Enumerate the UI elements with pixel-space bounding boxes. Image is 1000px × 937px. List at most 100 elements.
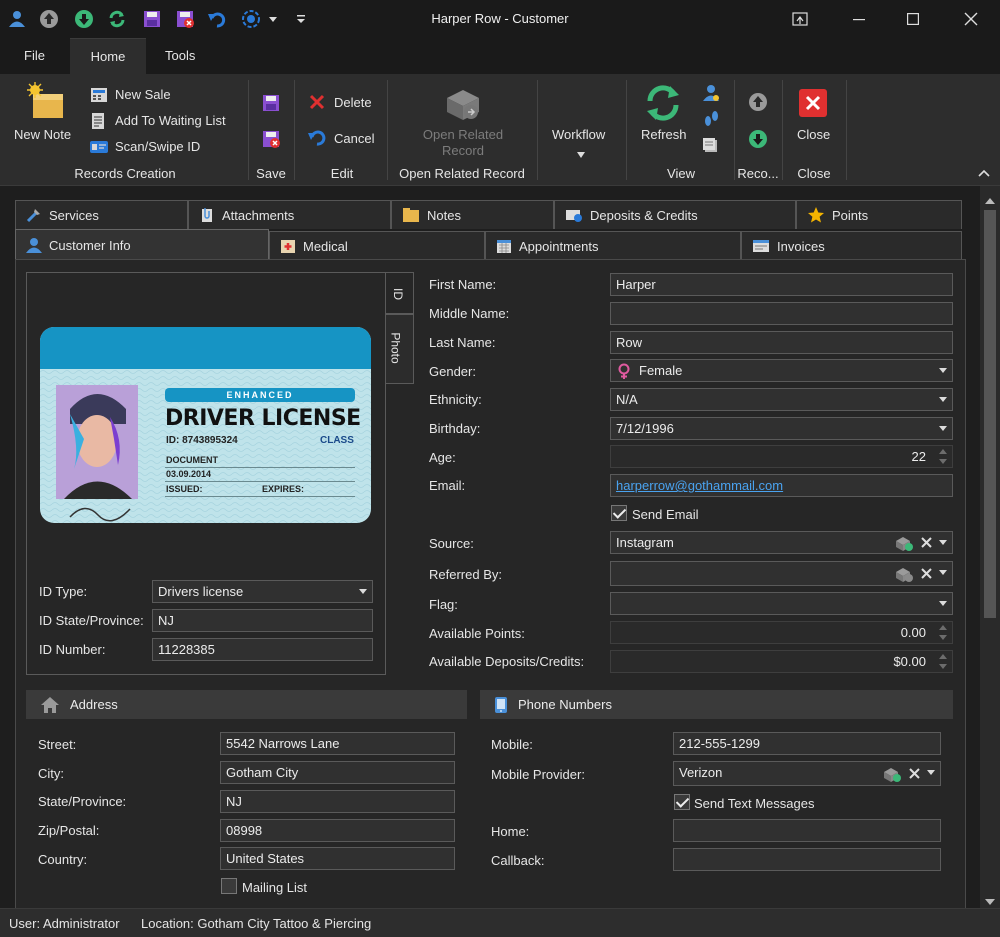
close-button[interactable]: Close	[797, 127, 830, 142]
scroll-up-icon[interactable]	[985, 192, 995, 207]
close-window-button[interactable]	[948, 0, 994, 38]
open-record-icon[interactable]	[882, 766, 902, 783]
card-issued-label: ISSUED:	[166, 484, 203, 494]
open-record-icon[interactable]	[894, 535, 914, 552]
photo-side-tab[interactable]: Photo	[386, 314, 414, 384]
first-name-field[interactable]: Harper	[610, 273, 953, 296]
street-field[interactable]: 5542 Narrows Lane	[220, 732, 455, 755]
chevron-down-icon[interactable]	[359, 589, 367, 594]
customize-toolbar-icon[interactable]	[290, 8, 312, 30]
chevron-down-icon[interactable]	[927, 770, 935, 775]
minimize-button[interactable]	[836, 0, 882, 38]
card-title: DRIVER LICENSE	[165, 406, 361, 431]
scroll-down-icon[interactable]	[985, 894, 995, 909]
refresh-button[interactable]: Refresh	[641, 127, 687, 142]
move-down-icon[interactable]	[73, 8, 95, 30]
refresh-small-icon[interactable]	[106, 8, 128, 30]
chevron-down-icon[interactable]	[939, 540, 947, 545]
send-text-checkbox[interactable]	[674, 794, 690, 810]
workflow-small-icon[interactable]	[240, 8, 262, 30]
chevron-down-icon[interactable]	[939, 570, 947, 575]
clear-x-icon[interactable]	[921, 537, 932, 548]
last-name-field[interactable]: Row	[610, 331, 953, 354]
id-side-tab[interactable]: ID	[386, 272, 414, 314]
zip-field[interactable]: 08998	[220, 819, 455, 842]
tab-services[interactable]: Services	[15, 200, 188, 229]
tab-deposits-credits[interactable]: Deposits & Credits	[554, 200, 796, 229]
tab-invoices[interactable]: Invoices	[741, 231, 962, 260]
id-number-field[interactable]: 11228385	[152, 638, 373, 661]
save-and-close-icon[interactable]	[262, 130, 280, 151]
referred-by-select[interactable]	[610, 561, 953, 586]
refresh-icon	[643, 84, 683, 125]
chevron-down-icon[interactable]	[939, 368, 947, 373]
restore-window-icon[interactable]	[777, 0, 823, 38]
tab-attachments[interactable]: Attachments	[188, 200, 391, 229]
collapse-ribbon-icon[interactable]	[978, 165, 990, 180]
undo-icon[interactable]	[206, 8, 228, 30]
documents-icon[interactable]	[702, 136, 720, 157]
open-record-icon[interactable]	[894, 566, 914, 583]
last-name-label: Last Name:	[429, 335, 496, 350]
country-field[interactable]: United States	[220, 847, 455, 870]
mobile-field[interactable]: 212-555-1299	[673, 732, 941, 755]
tab-notes[interactable]: Notes	[391, 200, 554, 229]
delete-button[interactable]: Delete	[334, 95, 372, 110]
save-close-small-icon[interactable]	[174, 8, 196, 30]
footprints-icon[interactable]	[702, 110, 720, 131]
flag-select[interactable]	[610, 592, 953, 615]
new-note-icon[interactable]	[25, 82, 65, 125]
tab-points[interactable]: Points	[796, 200, 962, 229]
tab-home[interactable]: Home	[70, 38, 146, 74]
chevron-down-icon[interactable]	[939, 601, 947, 606]
save-icon[interactable]	[262, 94, 280, 115]
scroll-thumb[interactable]	[984, 210, 996, 618]
city-field[interactable]: Gotham City	[220, 761, 455, 784]
move-up-icon[interactable]	[38, 8, 60, 30]
record-down-icon[interactable]	[748, 129, 768, 152]
add-to-waiting-list-button[interactable]: Add To Waiting List	[115, 113, 226, 128]
middle-name-field[interactable]	[610, 302, 953, 325]
email-link[interactable]: harperrow@gothammail.com	[616, 478, 783, 493]
tab-medical[interactable]: Medical	[269, 231, 485, 260]
home-phone-field[interactable]	[673, 819, 941, 842]
id-type-select[interactable]: Drivers license	[152, 580, 373, 603]
ethnicity-select[interactable]: N/A	[610, 388, 953, 411]
country-label: Country:	[38, 852, 88, 867]
record-up-icon[interactable]	[748, 92, 768, 115]
workflow-dropdown-icon[interactable]	[577, 146, 585, 161]
chevron-down-icon[interactable]	[262, 8, 284, 30]
source-select[interactable]: Instagram	[610, 531, 953, 554]
tab-customer-info[interactable]: Customer Info	[15, 229, 269, 260]
user-icon[interactable]	[6, 8, 28, 30]
state-field[interactable]: NJ	[220, 790, 455, 813]
id-state-field[interactable]: NJ	[152, 609, 373, 632]
tab-tools[interactable]: Tools	[153, 38, 207, 74]
chevron-down-icon[interactable]	[939, 426, 947, 431]
scan-id-icon	[89, 138, 109, 159]
clear-x-icon[interactable]	[921, 568, 932, 579]
cancel-button[interactable]: Cancel	[334, 131, 374, 146]
scan-swipe-id-button[interactable]: Scan/Swipe ID	[115, 139, 200, 154]
card-expires-label: EXPIRES:	[262, 484, 305, 494]
callback-field[interactable]	[673, 848, 941, 871]
mailing-list-checkbox[interactable]	[221, 878, 237, 894]
gender-select[interactable]: Female	[610, 359, 953, 382]
new-note-button[interactable]: New Note	[14, 127, 71, 142]
customer-view-icon[interactable]	[702, 84, 720, 105]
menu-bar: File Home Tools	[0, 38, 1000, 74]
new-sale-button[interactable]: New Sale	[115, 87, 171, 102]
clear-x-icon[interactable]	[909, 768, 920, 779]
save-small-icon[interactable]	[141, 8, 163, 30]
vertical-scrollbar[interactable]	[980, 186, 1000, 908]
maximize-button[interactable]	[890, 0, 936, 38]
birthday-picker[interactable]: 7/12/1996	[610, 417, 953, 440]
tab-appointments[interactable]: Appointments	[485, 231, 741, 260]
workflow-button[interactable]: Workflow	[552, 127, 605, 142]
mobile-provider-select[interactable]: Verizon	[673, 761, 941, 786]
email-field[interactable]: harperrow@gothammail.com	[610, 474, 953, 497]
send-email-checkbox[interactable]	[611, 505, 627, 521]
chevron-down-icon[interactable]	[939, 397, 947, 402]
tab-file[interactable]: File	[12, 38, 57, 74]
send-email-label: Send Email	[632, 507, 699, 522]
